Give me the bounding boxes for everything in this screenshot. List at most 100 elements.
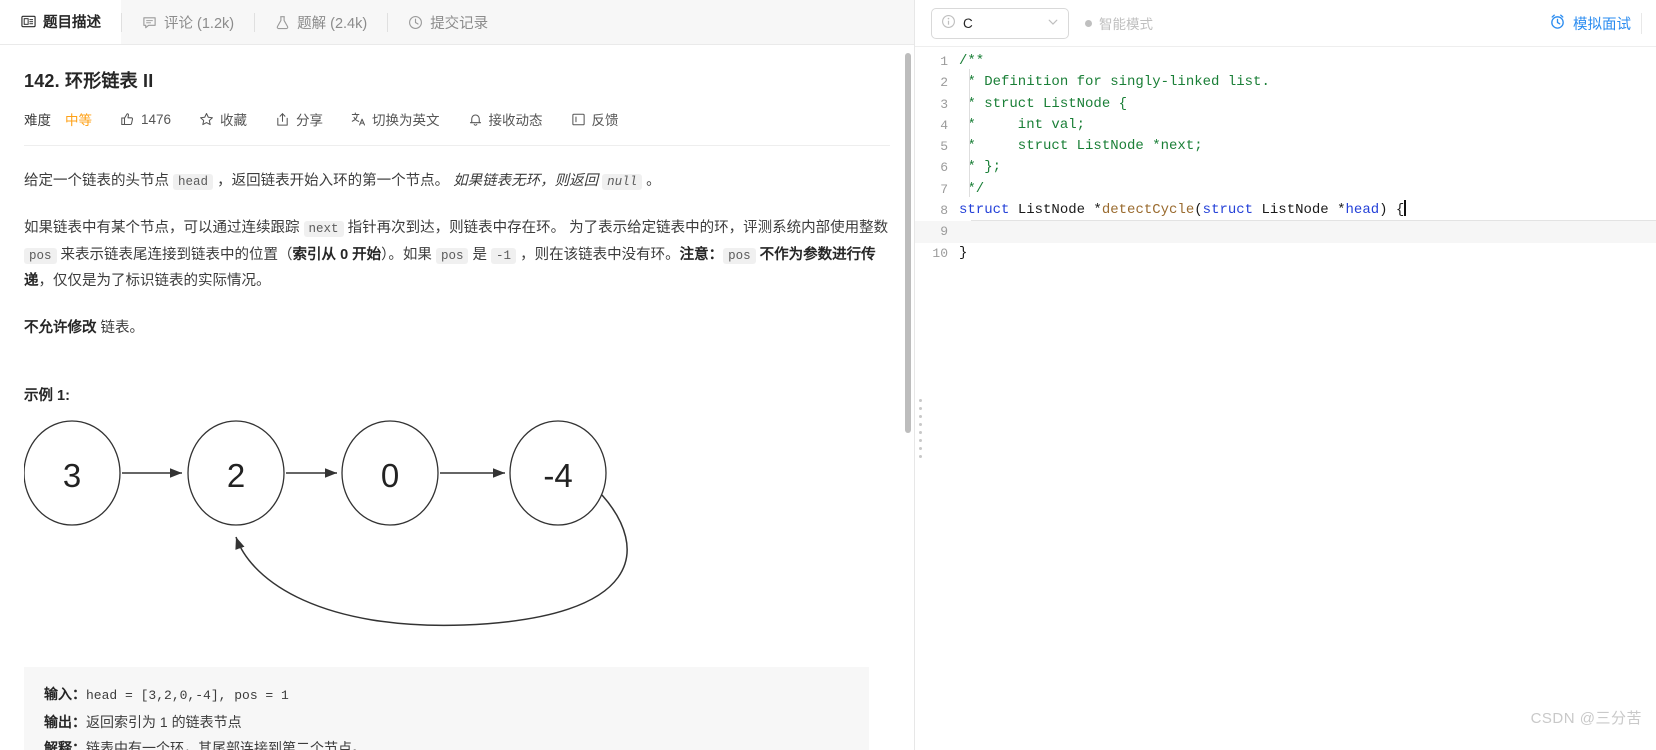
desc-text: ，返回链表开始入环的第一个节点。 (213, 173, 453, 189)
inline-code-null: null (602, 174, 642, 190)
star-icon (199, 112, 214, 127)
action-label: 分享 (296, 109, 323, 129)
code-area[interactable]: 1 /** 2 * Definition for singly-linked l… (915, 47, 1656, 750)
like-count: 1476 (141, 112, 171, 127)
comment-icon (141, 14, 157, 30)
code-editor-panel: C 智能模式 模拟面试 1 /** (915, 0, 1656, 750)
example-output-label: 输出： (44, 714, 86, 730)
linked-list-diagram: 3 2 0 -4 (24, 413, 890, 653)
language-value: C (963, 16, 973, 31)
example-explain-label: 解释： (44, 740, 86, 750)
feedback-button[interactable]: 反馈 (571, 109, 619, 129)
desc-bold: 不允许修改 (24, 320, 97, 336)
tab-label: 评论 (1.2k) (164, 12, 234, 33)
example-explain-line: 解释：链表中有一个环，其尾部连接到第二个节点。 (44, 735, 849, 750)
desc-paragraph-2: 如果链表中有某个节点，可以通过连续跟踪 next 指针再次到达，则链表中存在环。… (24, 215, 890, 295)
code-line[interactable]: 7 */ (915, 179, 1656, 200)
translate-icon (351, 112, 366, 127)
line-content: * }; (959, 157, 1001, 178)
leetcode-problem-page: 题目描述 评论 (1.2k) 题解 (2.4k) 提交记录 (0, 0, 1656, 750)
description-icon (20, 13, 36, 29)
example-heading: 示例 1: (24, 384, 890, 405)
bell-icon (468, 112, 483, 127)
code-line[interactable]: 2 * Definition for singly-linked list. (915, 72, 1656, 93)
desc-paragraph-3: 不允许修改 链表。 (24, 315, 890, 342)
desc-bold: 索引从 0 开始 (293, 247, 382, 263)
example-explain-value: 链表中有一个环，其尾部连接到第二个节点。 (86, 740, 366, 750)
content-scrollbar[interactable] (905, 53, 911, 433)
mock-interview-label: 模拟面试 (1573, 13, 1631, 34)
tab-solutions[interactable]: 题解 (2.4k) (254, 0, 387, 44)
desc-text: 。 (642, 173, 661, 189)
desc-text: ）。如果 (381, 247, 436, 263)
language-selector[interactable]: C (931, 8, 1069, 39)
line-content: } (959, 243, 967, 264)
line-number: 4 (915, 115, 959, 136)
tab-submissions[interactable]: 提交记录 (387, 0, 508, 44)
desc-italic: 如果链表无环，则返回 (453, 173, 602, 189)
problem-content: 142. 环形链表 II 难度 中等 1476 收藏 (0, 45, 914, 750)
diagram-node-label: 2 (227, 457, 245, 494)
desc-text: ，则在该链表中没有环。 (516, 247, 680, 263)
share-icon (275, 112, 290, 127)
desc-text: ，仅仅是为了标识链表的实际情况。 (39, 273, 271, 289)
favorite-button[interactable]: 收藏 (199, 109, 247, 129)
watermark: CSDN @三分苦 (1531, 707, 1642, 728)
code-line[interactable]: 9 (915, 221, 1656, 242)
difficulty-label: 难度 (24, 109, 51, 129)
line-number: 3 (915, 94, 959, 115)
panel-resize-handle[interactable] (919, 399, 923, 458)
line-number: 9 (915, 221, 959, 242)
desc-text: 来表示链表尾连接到链表中的位置（ (57, 247, 293, 263)
translate-button[interactable]: 切换为英文 (351, 109, 440, 129)
smart-mode-toggle[interactable]: 智能模式 (1085, 13, 1153, 33)
example-output-line: 输出：返回索引为 1 的链表节点 (44, 709, 849, 736)
subscribe-button[interactable]: 接收动态 (468, 109, 543, 129)
code-line-signature[interactable]: 8 struct ListNode *detectCycle(struct Li… (915, 200, 1656, 221)
text-cursor (1404, 200, 1406, 216)
smart-mode-label: 智能模式 (1099, 13, 1153, 33)
code-line[interactable]: 1 /** (915, 51, 1656, 72)
diagram-node-label: -4 (543, 457, 572, 494)
example-input-value: head = [3,2,0,-4], pos = 1 (86, 688, 289, 703)
line-content: * int val; (959, 115, 1085, 136)
code-line[interactable]: 6 * }; (915, 157, 1656, 178)
line-number: 8 (915, 200, 959, 221)
inline-code-pos2: pos (436, 248, 469, 264)
code-line[interactable]: 5 * struct ListNode *next; (915, 136, 1656, 157)
clock-icon (407, 14, 423, 30)
difficulty-badge: 难度 中等 (24, 109, 92, 129)
line-number: 5 (915, 136, 959, 157)
action-label: 切换为英文 (372, 109, 440, 129)
share-button[interactable]: 分享 (275, 109, 323, 129)
line-number: 10 (915, 243, 959, 264)
status-dot-icon (1085, 20, 1092, 27)
mock-interview-button[interactable]: 模拟面试 (1549, 13, 1642, 34)
desc-bold: 注意： (680, 247, 724, 263)
info-icon (941, 14, 956, 32)
code-line[interactable]: 4 * int val; (915, 115, 1656, 136)
action-label: 反馈 (592, 109, 619, 129)
line-content: * Definition for singly-linked list. (959, 72, 1270, 93)
code-line[interactable]: 10 } (915, 243, 1656, 264)
inline-code-next: next (304, 221, 344, 237)
tab-comments[interactable]: 评论 (1.2k) (121, 0, 254, 44)
inline-code-pos: pos (24, 248, 57, 264)
diagram-node-label: 3 (63, 457, 81, 494)
tab-description[interactable]: 题目描述 (0, 0, 121, 44)
problem-meta-row: 难度 中等 1476 收藏 (24, 109, 890, 146)
code-line[interactable]: 3 * struct ListNode { (915, 94, 1656, 115)
problem-description: 给定一个链表的头节点 head ，返回链表开始入环的第一个节点。 如果链表无环，… (24, 168, 890, 342)
line-content: * struct ListNode *next; (959, 136, 1203, 157)
difficulty-value: 中等 (65, 109, 92, 129)
example-output-value: 返回索引为 1 的链表节点 (86, 714, 242, 730)
line-number: 7 (915, 179, 959, 200)
example-input-label: 输入： (44, 686, 86, 702)
desc-text: 指针再次到达，则链表中存在环。 为了表示给定链表中的环，评测系统内部使用整数 (344, 220, 889, 236)
line-number: 2 (915, 72, 959, 93)
like-button[interactable]: 1476 (120, 112, 171, 127)
tab-bar: 题目描述 评论 (1.2k) 题解 (2.4k) 提交记录 (0, 0, 914, 45)
inline-code-head: head (173, 174, 213, 190)
desc-text: 给定一个链表的头节点 (24, 173, 173, 189)
inline-code-pos3: pos (723, 248, 756, 264)
